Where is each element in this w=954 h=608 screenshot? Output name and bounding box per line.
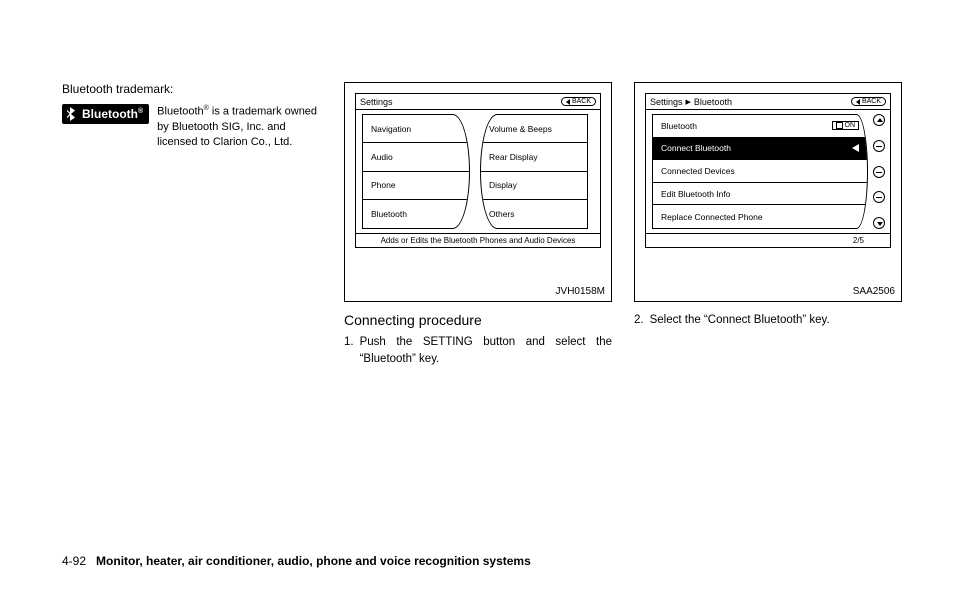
menu-audio[interactable]: Audio (363, 143, 469, 171)
scroll-up-icon[interactable] (873, 114, 885, 126)
bluetooth-logo: Bluetooth® (62, 104, 149, 124)
menu-rear-display[interactable]: Rear Display (481, 143, 587, 171)
back-button-label: BACK (572, 98, 591, 105)
bluetooth-logo-text: Bluetooth (82, 107, 138, 121)
column-trademark: Bluetooth trademark: Bluetooth® Bluetoot… (62, 82, 322, 392)
trademark-body-pre: Bluetooth (157, 106, 203, 118)
menu-connect-bluetooth[interactable]: Connect Bluetooth (653, 138, 867, 161)
trademark-body: Bluetooth® is a trademark owned by Bluet… (157, 104, 322, 151)
trademark-row: Bluetooth® Bluetooth® is a trademark own… (62, 104, 322, 151)
screen-bluetooth-header: Settings ▶ Bluetooth BACK (646, 94, 890, 110)
back-button[interactable]: BACK (851, 97, 886, 106)
step-1: 1. Push the SETTING button and select th… (344, 334, 612, 369)
chevron-right-icon: ▶ (686, 98, 691, 106)
page-columns: Bluetooth trademark: Bluetooth® Bluetoot… (62, 82, 892, 392)
menu-edit-bluetooth-info[interactable]: Edit Bluetooth Info (653, 183, 867, 206)
menu-connected-devices[interactable]: Connected Devices (653, 160, 867, 183)
menu-volume-beeps[interactable]: Volume & Beeps (481, 115, 587, 143)
page-number: 4-92 (62, 554, 86, 568)
screen-bluetooth-footer: 2/5 (646, 233, 890, 247)
screen-settings: Settings BACK Navigation Audio Phone Blu… (355, 93, 601, 248)
bluetooth-panel: Bluetooth ON Connect Bluetooth Connected… (652, 114, 868, 229)
breadcrumb: Settings (360, 97, 393, 107)
scroll-mid2-icon[interactable] (873, 166, 885, 178)
section-title: Monitor, heater, air conditioner, audio,… (96, 554, 531, 568)
settings-left-panel: Navigation Audio Phone Bluetooth (362, 114, 470, 229)
menu-connect-bluetooth-label: Connect Bluetooth (661, 143, 731, 153)
menu-bluetooth-toggle[interactable]: Bluetooth ON (653, 115, 867, 138)
cursor-arrow-icon (852, 144, 859, 152)
on-indicator-label: ON (845, 122, 856, 129)
column-figure1: Settings BACK Navigation Audio Phone Blu… (344, 82, 612, 392)
settings-right-panel: Volume & Beeps Rear Display Display Othe… (480, 114, 588, 229)
menu-navigation[interactable]: Navigation (363, 115, 469, 143)
screen-settings-footer: Adds or Edits the Bluetooth Phones and A… (356, 233, 600, 247)
menu-display[interactable]: Display (481, 172, 587, 200)
crumb-bluetooth: Bluetooth (694, 97, 732, 107)
menu-others[interactable]: Others (481, 200, 587, 228)
figure-settings: Settings BACK Navigation Audio Phone Blu… (344, 82, 612, 302)
crumb-settings: Settings (360, 97, 393, 107)
scroll-mid1-icon[interactable] (873, 140, 885, 152)
scroll-down-icon[interactable] (873, 217, 885, 229)
step-2-num: 2. (634, 312, 644, 329)
step-2: 2. Select the “Connect Bluetooth” key. (634, 312, 902, 329)
figure-bluetooth: Settings ▶ Bluetooth BACK Bluetooth ON (634, 82, 902, 302)
figure-id-1: JVH0158M (556, 286, 605, 297)
connecting-procedure-heading: Connecting procedure (344, 312, 612, 328)
screen-settings-body: Navigation Audio Phone Bluetooth Volume … (356, 110, 600, 233)
scroll-mid3-icon[interactable] (873, 191, 885, 203)
crumb-settings: Settings (650, 97, 683, 107)
on-indicator: ON (832, 121, 860, 130)
back-button[interactable]: BACK (561, 97, 596, 106)
bluetooth-logo-sup: ® (138, 108, 143, 115)
menu-bluetooth[interactable]: Bluetooth (363, 200, 469, 228)
page-footer: 4-92 Monitor, heater, air conditioner, a… (62, 554, 892, 568)
trademark-heading: Bluetooth trademark: (62, 82, 322, 96)
scroll-controls (873, 114, 887, 229)
column-figure2: Settings ▶ Bluetooth BACK Bluetooth ON (634, 82, 902, 392)
menu-phone[interactable]: Phone (363, 172, 469, 200)
screen-bluetooth: Settings ▶ Bluetooth BACK Bluetooth ON (645, 93, 891, 248)
menu-bluetooth-toggle-label: Bluetooth (661, 121, 697, 131)
step-2-text: Select the “Connect Bluetooth” key. (650, 312, 902, 329)
figure-id-2: SAA2506 (853, 286, 895, 297)
breadcrumb: Settings ▶ Bluetooth (650, 97, 732, 107)
screen-bluetooth-body: Bluetooth ON Connect Bluetooth Connected… (646, 110, 890, 233)
screen-settings-header: Settings BACK (356, 94, 600, 110)
back-button-label: BACK (862, 98, 881, 105)
menu-replace-connected-phone[interactable]: Replace Connected Phone (653, 205, 867, 228)
step-1-num: 1. (344, 334, 354, 369)
step-1-text: Push the SETTING button and select the “… (360, 334, 612, 369)
